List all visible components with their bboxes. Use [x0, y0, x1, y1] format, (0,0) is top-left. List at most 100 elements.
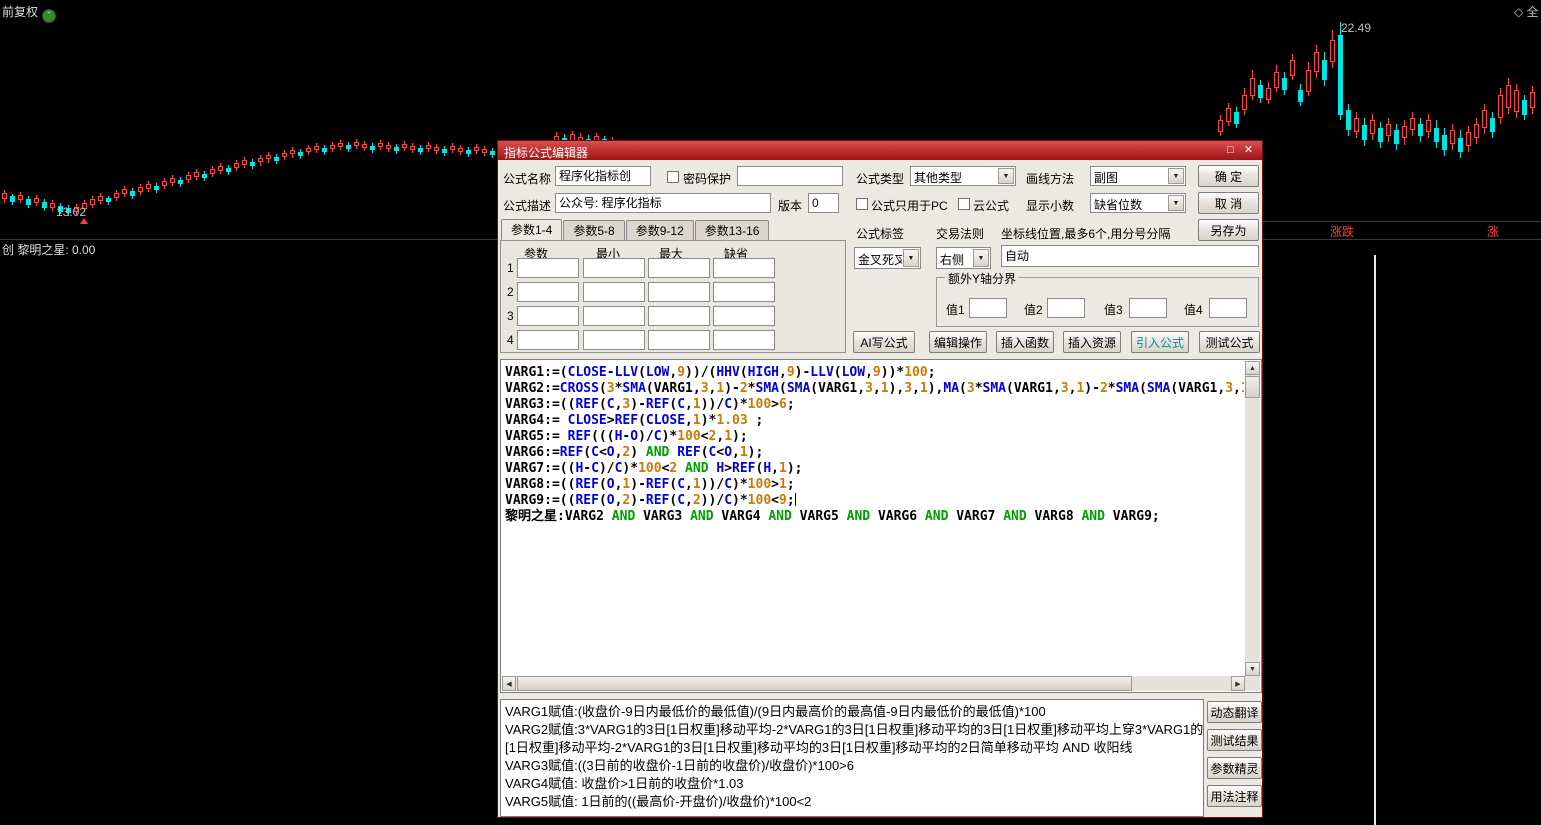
- param-input[interactable]: [583, 306, 645, 326]
- pc-only-checkbox[interactable]: [856, 198, 868, 210]
- password-label: 密码保护: [683, 170, 731, 187]
- chevron-down-icon[interactable]: ▼: [1168, 195, 1184, 211]
- candle-body: [258, 158, 263, 162]
- version-label: 版本: [778, 197, 802, 214]
- dialog-titlebar[interactable]: 指标公式编辑器 □ ✕: [498, 141, 1262, 160]
- ok-button[interactable]: 确 定: [1198, 165, 1259, 187]
- decimal-select[interactable]: 缺省位数 ▼: [1090, 193, 1186, 213]
- editor-vscrollbar[interactable]: ▲ ▼: [1245, 361, 1260, 676]
- param-input[interactable]: [583, 330, 645, 350]
- password-checkbox[interactable]: [667, 171, 679, 183]
- tab-2[interactable]: 参数5-8: [563, 220, 624, 241]
- trade-rule-select[interactable]: 右侧 ▼: [936, 247, 991, 269]
- candle-body: [114, 193, 119, 198]
- corner-icons[interactable]: ◇ 全: [1514, 3, 1539, 20]
- cancel-button[interactable]: 取 消: [1198, 192, 1259, 214]
- version-input[interactable]: 0: [808, 193, 839, 213]
- tool-button-5[interactable]: 引入公式: [1131, 331, 1189, 353]
- candle-body: [314, 146, 319, 150]
- param-input[interactable]: [713, 306, 775, 326]
- adjust-mode-label[interactable]: 前复权ˇ: [2, 3, 56, 23]
- hscroll-thumb[interactable]: [517, 676, 1132, 691]
- translation-line: [1日权重]移动平均-2*VARG1的3日[1日权重]移动平均的3日[1日权重]…: [505, 739, 1199, 757]
- candle-body: [1250, 78, 1255, 96]
- vscroll-thumb[interactable]: [1245, 376, 1260, 398]
- candle-body: [386, 145, 391, 149]
- candle-body: [1258, 85, 1263, 98]
- param-input[interactable]: [648, 258, 710, 278]
- side-button-1[interactable]: 动态翻译: [1207, 701, 1262, 723]
- tool-button-4[interactable]: 插入资源: [1063, 331, 1121, 353]
- ribbon-tab-up[interactable]: 涨: [1487, 223, 1499, 240]
- chevron-down-icon[interactable]: ▼: [1168, 168, 1184, 184]
- param-input[interactable]: [583, 258, 645, 278]
- password-input[interactable]: [737, 166, 843, 186]
- param-input[interactable]: [648, 330, 710, 350]
- param-input[interactable]: [648, 306, 710, 326]
- tab-4[interactable]: 参数13-16: [695, 220, 770, 241]
- draw-method-select[interactable]: 副图 ▼: [1090, 166, 1186, 186]
- candle-body: [322, 148, 327, 152]
- chevron-down-icon[interactable]: ▼: [903, 249, 919, 267]
- formula-tag-value: 金叉死叉: [858, 251, 902, 268]
- param-input[interactable]: [517, 282, 579, 302]
- param-input[interactable]: [517, 330, 579, 350]
- y-value-input[interactable]: [969, 298, 1007, 318]
- candle-body: [266, 155, 271, 159]
- cloud-formula-checkbox[interactable]: [958, 198, 970, 210]
- candle-body: [450, 146, 455, 150]
- code-area[interactable]: VARG1:=(CLOSE-LLV(LOW,9))/(HHV(HIGH,9)-L…: [502, 361, 1244, 675]
- candle-body: [426, 145, 431, 149]
- param-input[interactable]: [713, 258, 775, 278]
- translation-line: VARG4赋值: 收盘价>1日前的收盘价*1.03: [505, 775, 1199, 793]
- decimal-label: 显示小数: [1026, 197, 1074, 214]
- param-input[interactable]: [583, 282, 645, 302]
- editor-hscrollbar[interactable]: ◀ ▶: [502, 676, 1245, 691]
- scroll-down-icon[interactable]: ▼: [1245, 662, 1260, 676]
- param-input[interactable]: [517, 258, 579, 278]
- param-input[interactable]: [713, 330, 775, 350]
- candle-body: [306, 148, 311, 152]
- scroll-up-icon[interactable]: ▲: [1245, 361, 1260, 375]
- y-value-input[interactable]: [1129, 298, 1167, 318]
- param-input[interactable]: [517, 306, 579, 326]
- side-button-4[interactable]: 用法注释: [1207, 785, 1262, 807]
- candle-body: [410, 146, 415, 150]
- scroll-right-icon[interactable]: ▶: [1231, 676, 1245, 691]
- formula-name-input[interactable]: 程序化指标创: [555, 166, 651, 186]
- code-editor[interactable]: VARG1:=(CLOSE-LLV(LOW,9))/(HHV(HIGH,9)-L…: [500, 359, 1262, 693]
- y-value-input[interactable]: [1209, 298, 1247, 318]
- formula-type-select[interactable]: 其他类型 ▼: [910, 166, 1016, 186]
- chevron-down-icon[interactable]: ▼: [998, 168, 1014, 184]
- ribbon-tab-updown[interactable]: 涨跌: [1330, 223, 1354, 240]
- chevron-down-icon[interactable]: ▼: [973, 249, 989, 267]
- param-input[interactable]: [713, 282, 775, 302]
- code-line: VARG2:=CROSS(3*SMA(VARG1,3,1)-2*SMA(SMA(…: [505, 381, 1241, 397]
- tool-button-6[interactable]: 测试公式: [1199, 331, 1260, 353]
- y-value-input[interactable]: [1047, 298, 1085, 318]
- tab-1[interactable]: 参数1-4: [501, 219, 562, 241]
- draw-method-label: 画线方法: [1026, 170, 1074, 187]
- candle-body: [1514, 90, 1519, 112]
- param-input[interactable]: [648, 282, 710, 302]
- candle-body: [234, 163, 239, 168]
- formula-desc-input[interactable]: 公众号: 程序化指标: [555, 193, 771, 213]
- tab-3[interactable]: 参数9-12: [626, 220, 694, 241]
- candle-body: [1386, 124, 1391, 136]
- dropdown-circle-icon[interactable]: ˇ: [42, 9, 56, 23]
- param-row-label: 1: [507, 261, 514, 275]
- side-button-2[interactable]: 测试结果: [1207, 729, 1262, 751]
- close-button[interactable]: ✕: [1241, 143, 1256, 157]
- side-button-3[interactable]: 参数精灵: [1207, 757, 1262, 779]
- formula-tag-select[interactable]: 金叉死叉 ▼: [854, 247, 921, 269]
- save-as-button[interactable]: 另存为: [1198, 219, 1259, 241]
- coordinate-input[interactable]: 自动: [1001, 245, 1259, 267]
- tool-button-3[interactable]: 插入函数: [996, 331, 1054, 353]
- tool-button-2[interactable]: 编辑操作: [929, 331, 987, 353]
- candle-body: [274, 157, 279, 161]
- scroll-left-icon[interactable]: ◀: [502, 676, 516, 691]
- translation-line: VARG2赋值:3*VARG1的3日[1日权重]移动平均-2*VARG1的3日[…: [505, 721, 1199, 739]
- formula-tag-label: 公式标签: [856, 225, 904, 242]
- maximize-button[interactable]: □: [1223, 143, 1238, 157]
- tool-button-1[interactable]: AI写公式: [853, 331, 915, 353]
